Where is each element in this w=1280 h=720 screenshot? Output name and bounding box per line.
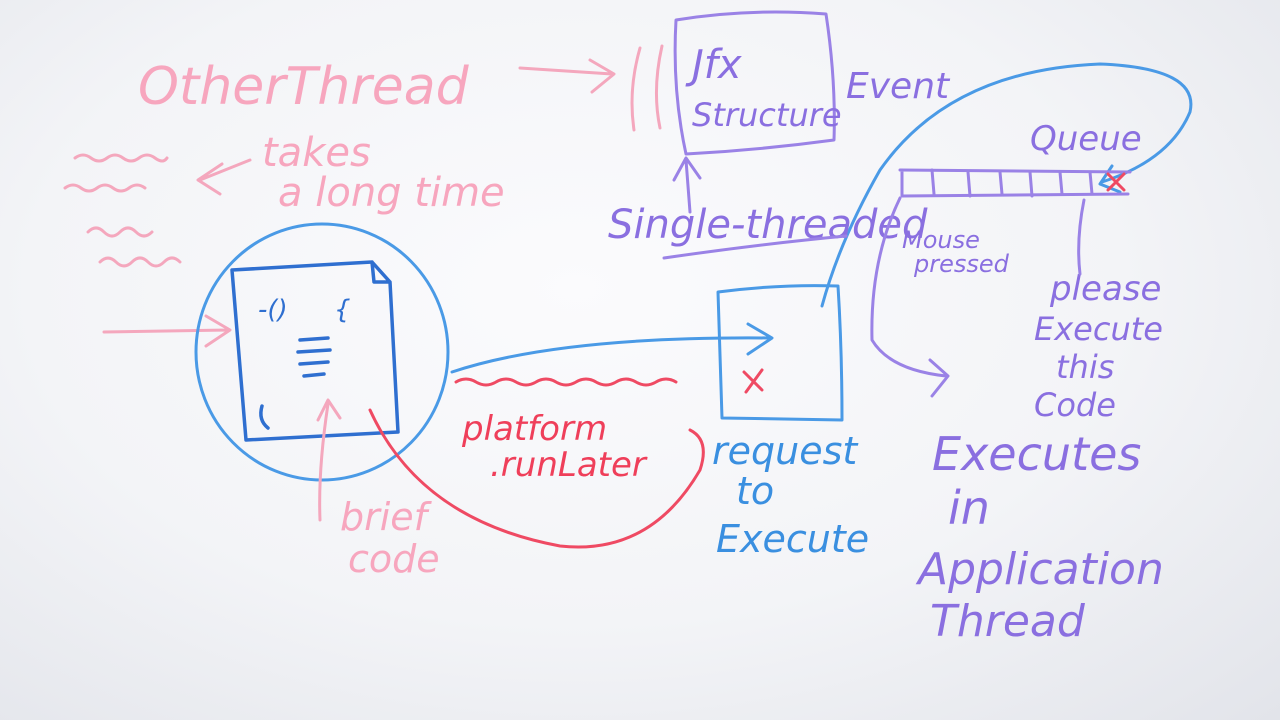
please-execute-pointer [1077, 198, 1086, 276]
document-code-lines [296, 336, 332, 378]
event-label: Event [846, 66, 951, 107]
brief-label-line2: code [348, 537, 440, 581]
single-threaded-label: Single-threaded [608, 202, 928, 248]
please-label-line3: this [1056, 348, 1114, 386]
into-document-arrow [102, 314, 232, 348]
takes-arrow [196, 158, 252, 196]
whiteboard: OtherThread takes a long time -() { brie… [0, 0, 1280, 720]
document-method-text: -() [258, 295, 288, 325]
please-label-line1: please [1049, 269, 1161, 309]
please-label-line4: Code [1034, 386, 1116, 424]
executes-label-line4: Thread [930, 596, 1086, 647]
request-box-task-mark [742, 368, 764, 394]
other-thread-arrow [518, 58, 616, 94]
request-label-line2: to [736, 469, 774, 513]
runlater-squiggle [454, 377, 678, 387]
document-closing-brace [259, 404, 270, 430]
executes-label-line1: Executes [932, 427, 1141, 481]
long-work-squiggle-2 [63, 183, 147, 193]
jfx-label-line2: Structure [692, 96, 842, 134]
platform-label-line2: .runLater [490, 445, 648, 485]
long-work-squiggle-4 [98, 256, 182, 268]
request-label-line3: Execute [716, 517, 869, 561]
long-work-squiggle-1 [73, 153, 169, 163]
document-brace-text: { [334, 295, 351, 325]
queue-label: Queue [1030, 119, 1142, 159]
long-work-squiggle-3 [86, 226, 154, 238]
request-label-line1: request [712, 429, 859, 473]
platform-label-line1: platform [461, 409, 607, 449]
submit-arrow [450, 322, 774, 374]
other-thread-label: OtherThread [138, 57, 470, 117]
please-label-line2: Execute [1034, 310, 1163, 348]
mouse-pressed-line2: pressed [913, 250, 1010, 278]
event-queue-slots [930, 168, 1094, 198]
executes-label-line3: Application [915, 544, 1164, 595]
other-thread-bars [630, 44, 664, 132]
takes-label-line2: a long time [278, 170, 505, 216]
brief-code-arrow [316, 398, 342, 522]
executes-label-line2: in [948, 481, 990, 535]
whiteboard-drawing: OtherThread takes a long time -() { brie… [63, 10, 1193, 647]
jfx-label-line1: Jfx [685, 42, 742, 88]
brief-label-line1: brief [340, 495, 433, 539]
